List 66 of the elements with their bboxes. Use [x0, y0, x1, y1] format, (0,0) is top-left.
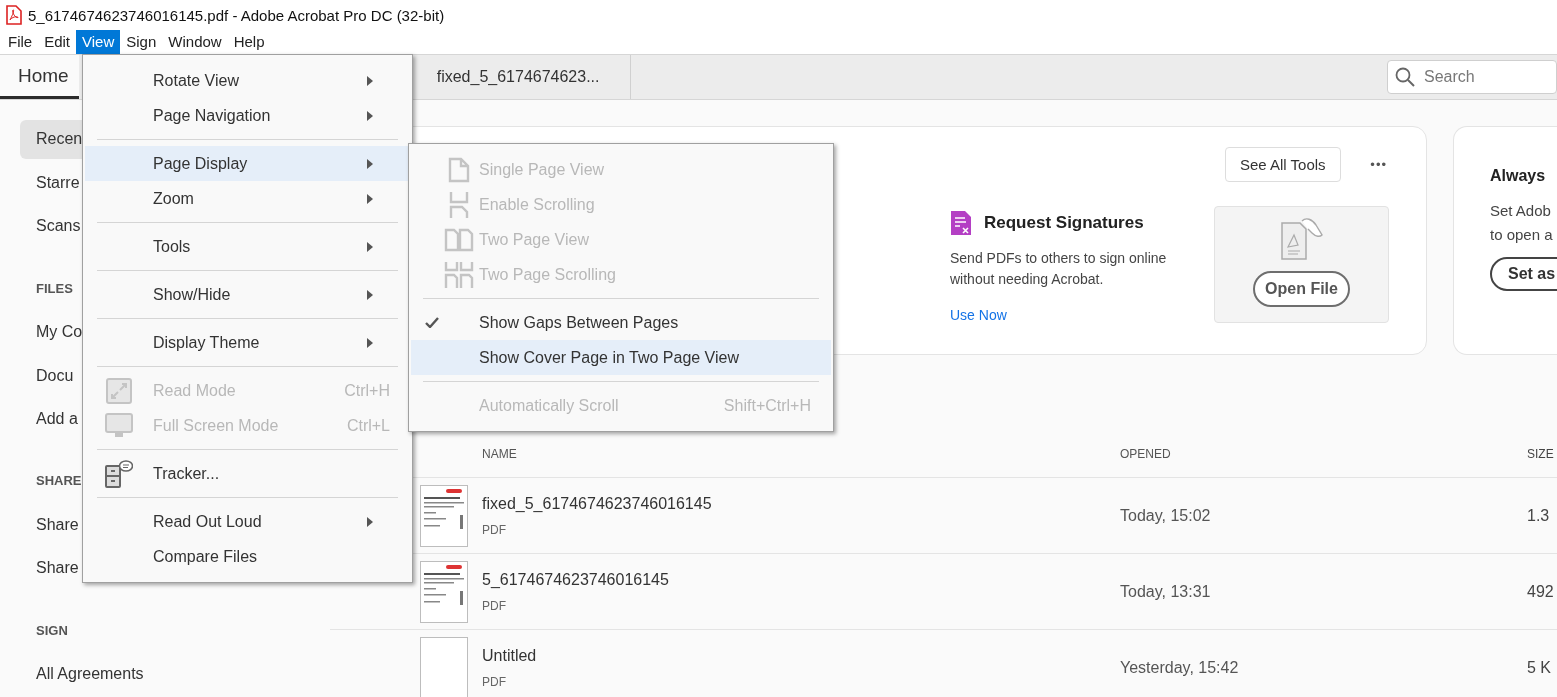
- expand-icon: [106, 377, 132, 404]
- tracker-icon: [105, 459, 133, 488]
- card-text: Set Adob: [1490, 201, 1552, 221]
- two-pages-icon: [444, 226, 474, 253]
- opened-time: Today, 13:31: [1120, 582, 1211, 600]
- window-title: 5_6174674623746016145.pdf - Adobe Acrobat Pro DC (32-bit): [28, 6, 445, 24]
- page-icon: [448, 156, 470, 183]
- more-options-button[interactable]: •••: [1370, 156, 1387, 172]
- search-field[interactable]: Search: [1387, 60, 1557, 94]
- submenu-arrow-icon: [367, 289, 373, 300]
- file-name[interactable]: 5_6174674623746016145: [482, 570, 1120, 589]
- file-type: PDF: [482, 674, 507, 689]
- column-header[interactable]: OPENED: [1120, 447, 1527, 461]
- submenu-arrow-icon: [367, 193, 373, 204]
- file-size: 5 K: [1527, 658, 1551, 676]
- opened-time: Yesterday, 15:42: [1120, 658, 1239, 676]
- section-heading: FILES: [36, 280, 73, 296]
- section-heading: SIGN: [36, 622, 68, 638]
- menu-item[interactable]: Show Cover Page in Two Page View: [411, 340, 831, 375]
- menu-bar-item[interactable]: Sign: [120, 30, 163, 54]
- card-title: Always: [1490, 167, 1547, 185]
- menu-bar-item[interactable]: Help: [227, 30, 271, 54]
- menu-item[interactable]: Tracker...: [85, 456, 410, 491]
- menu-bar-item[interactable]: Window: [162, 30, 228, 54]
- card-text: to open a: [1490, 225, 1554, 245]
- file-name[interactable]: Untitled: [482, 646, 1120, 665]
- submenu-arrow-icon: [367, 110, 373, 121]
- submenu-arrow-icon: [367, 337, 373, 348]
- column-header[interactable]: SIZE: [1527, 447, 1557, 461]
- file-size: 1.3: [1527, 506, 1550, 524]
- search-icon: [1395, 67, 1415, 87]
- file-size: 492: [1527, 582, 1554, 600]
- menu-item[interactable]: Show/Hide: [85, 277, 410, 312]
- file-name[interactable]: fixed_5_6174674623746016145: [482, 494, 1120, 513]
- opened-time: Today, 15:02: [1120, 506, 1211, 524]
- file-type: PDF: [482, 598, 507, 613]
- column-header[interactable]: NAME: [482, 447, 1120, 461]
- tool-description: Send PDFs to others to sign online without needing Acrobat.: [950, 249, 1168, 289]
- menu-item[interactable]: Compare Files: [85, 539, 410, 574]
- menu-item[interactable]: Show Gaps Between Pages: [411, 305, 831, 340]
- tool-title: Request Signatures: [984, 213, 1144, 233]
- tab[interactable]: Home: [0, 55, 79, 99]
- file-type: PDF: [482, 522, 507, 537]
- set-as-default-button[interactable]: Set as: [1490, 257, 1557, 291]
- monitor-icon: [105, 412, 133, 439]
- see-all-tools-button[interactable]: See All Tools: [1225, 146, 1341, 182]
- submenu-arrow-icon: [367, 75, 373, 86]
- menu-item[interactable]: Tools: [85, 229, 410, 264]
- sidebar-item[interactable]: All Agreements: [20, 654, 150, 694]
- menu-bar-item[interactable]: View: [76, 30, 121, 54]
- pdf-file-icon: [6, 5, 22, 25]
- use-now-link[interactable]: Use Now: [950, 307, 1007, 323]
- menu-item[interactable]: Page Display: [85, 146, 410, 181]
- section-heading: SHARE: [36, 473, 82, 489]
- open-file-button[interactable]: Open File: [1253, 271, 1350, 307]
- signature-request-icon: [950, 210, 972, 236]
- menu-bar-item[interactable]: Edit: [38, 30, 77, 54]
- menu-bar-item[interactable]: File: [2, 30, 39, 54]
- menu-item[interactable]: Zoom: [85, 181, 410, 216]
- submenu-arrow-icon: [367, 516, 373, 527]
- menu-item[interactable]: Display Theme: [85, 325, 410, 360]
- two-pages-scrolling-icon: [444, 260, 474, 289]
- submenu-arrow-icon: [367, 158, 373, 169]
- menu-item[interactable]: Read Out Loud: [85, 504, 410, 539]
- submenu-arrow-icon: [367, 241, 373, 252]
- scrolling-pages-icon: [448, 190, 470, 219]
